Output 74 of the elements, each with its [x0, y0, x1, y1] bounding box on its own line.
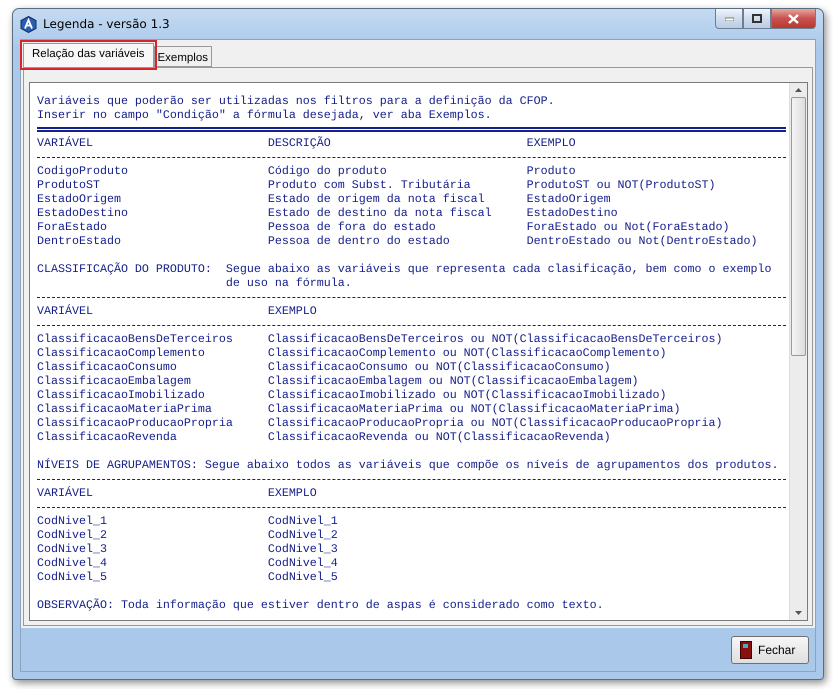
table-cell-text: ClassificacaoEmbalagem ou NOT(ClassificacaoEmbalagem) — [268, 374, 640, 388]
table-cell-text: ClassificacaoBensDeTerceiros — [37, 332, 234, 346]
scrollbar[interactable] — [789, 83, 807, 620]
section-heading: CLASSIFICAÇÃO DO PRODUTO: — [37, 262, 213, 278]
table-cell-text: CodNivel_5 — [268, 570, 339, 584]
table-cell-text: Estado de origem da nota fiscal — [268, 192, 486, 206]
table-cell-text: ProdutoST — [37, 178, 101, 192]
column-header: VARIÁVEL — [37, 486, 94, 500]
close-dialog-button[interactable]: Fechar — [731, 636, 809, 664]
table-cell-text: ProdutoST ou NOT(ProdutoST) — [526, 178, 716, 192]
app-logo-icon — [20, 16, 37, 32]
table-cell-text: EstadoOrigem — [37, 192, 122, 206]
table-cell-text: EstadoOrigem — [526, 192, 612, 206]
maximize-icon — [752, 14, 762, 23]
intro-text: Variáveis que poderão ser utilizadas nos filtros para a definição da CFOP. — [37, 94, 555, 108]
tab[interactable]: Relação das variáveis — [23, 43, 154, 67]
table-cell-text: ClassificacaoRevenda — [37, 430, 178, 444]
scroll-thumb[interactable] — [791, 97, 806, 356]
table-cell-text: EstadoDestino — [526, 206, 619, 220]
table-cell-text: Pessoa de dentro do estado — [268, 234, 451, 248]
table-cell-text: DentroEstado ou Not(DentroEstado) — [526, 234, 758, 248]
tab[interactable]: Exemplos — [154, 46, 212, 67]
table-cell-text: Código do produto — [268, 164, 388, 178]
table-cell-text: CodNivel_2 — [268, 528, 339, 542]
table-cell-text: DentroEstado — [37, 234, 122, 248]
note-text: OBSERVAÇÃO: Toda informação que estiver dentro de aspas é considerado como texto. — [37, 598, 604, 612]
scroll-down-icon[interactable] — [795, 611, 802, 615]
column-header: EXEMPLO — [268, 486, 318, 500]
table-cell-text: ClassificacaoComplemento — [37, 346, 206, 360]
table-cell-text: Estado de destino da nota fiscal — [268, 206, 493, 220]
table-cell-text: EstadoDestino — [37, 206, 129, 220]
column-header: EXEMPLO — [268, 304, 318, 318]
column-header: EXEMPLO — [526, 136, 577, 150]
table-cell-text: CodigoProduto — [37, 164, 129, 178]
intro-text: Inserir no campo "Condição" a fórmula desejada, ver aba Exemplos. — [37, 108, 492, 122]
table-cell-text: CodNivel_3 — [268, 542, 339, 556]
scroll-up-icon[interactable] — [795, 88, 802, 92]
section-text: Segue abaixo todos as variáveis que compõe os níveis de agrupamentos dos produtos. — [204, 458, 778, 472]
table-cell-text: ClassificacaoImobilizado — [37, 388, 206, 402]
table-cell-text: ClassificacaoProducaoPropria ou NOT(ClassificacaoProducaoPropria) — [268, 416, 724, 430]
table-cell-text: CodNivel_3 — [37, 542, 108, 556]
table-cell-text: CodNivel_1 — [37, 514, 108, 528]
table-cell-text: ForaEstado ou Not(ForaEstado) — [526, 220, 730, 234]
section-text: Segue abaixo as variáveis que representa cada clasificação, bem como o exemplo de uso na fórmula. — [226, 262, 772, 290]
close-button[interactable] — [771, 9, 816, 29]
table-cell-text: ClassificacaoMateriaPrima — [37, 402, 213, 416]
column-header: DESCRIÇÃO — [268, 136, 332, 150]
table-cell-text: ClassificacaoBensDeTerceiros ou NOT(ClassificacaoBensDeTerceiros) — [268, 332, 724, 346]
table-cell-text: ClassificacaoConsumo ou NOT(ClassificacaoConsumo) — [268, 360, 612, 374]
table-cell-text: CodNivel_4 — [37, 556, 108, 570]
table-cell-text: ClassificacaoConsumo — [37, 360, 178, 374]
table-cell-text: ForaEstado — [37, 220, 108, 234]
window-title: Legenda - versão 1.3 — [43, 17, 170, 31]
section-heading: NÍVEIS DE AGRUPAMENTOS: — [37, 458, 198, 472]
table-cell-text: Pessoa de fora do estado — [268, 220, 437, 234]
column-header: VARIÁVEL — [37, 304, 94, 318]
close-icon — [788, 14, 799, 24]
minimize-button[interactable] — [715, 9, 743, 29]
table-cell-text: CodNivel_5 — [37, 570, 108, 584]
table-cell-text: Produto — [526, 164, 577, 178]
table-cell-text: CodNivel_4 — [268, 556, 339, 570]
table-cell-text: ClassificacaoImobilizado ou NOT(ClassificacaoImobilizado) — [268, 388, 668, 402]
table-cell-text: ClassificacaoProducaoPropria — [37, 416, 234, 430]
table-cell-text: ClassificacaoEmbalagem — [37, 374, 192, 388]
table-cell-text: ClassificacaoComplemento ou NOT(ClassificacaoComplemento) — [268, 346, 668, 360]
table-cell-text: CodNivel_1 — [268, 514, 339, 528]
table-cell-text: CodNivel_2 — [37, 528, 108, 542]
door-icon — [740, 640, 752, 658]
minimize-icon — [724, 16, 734, 20]
maximize-button[interactable] — [743, 9, 771, 29]
table-cell-text: Produto com Subst. Tributária — [268, 178, 472, 192]
table-cell-text: ClassificacaoMateriaPrima ou NOT(ClassificacaoMateriaPrima) — [268, 402, 682, 416]
column-header: VARIÁVEL — [37, 136, 94, 150]
table-cell-text: ClassificacaoRevenda ou NOT(ClassificacaoRevenda) — [268, 430, 612, 444]
